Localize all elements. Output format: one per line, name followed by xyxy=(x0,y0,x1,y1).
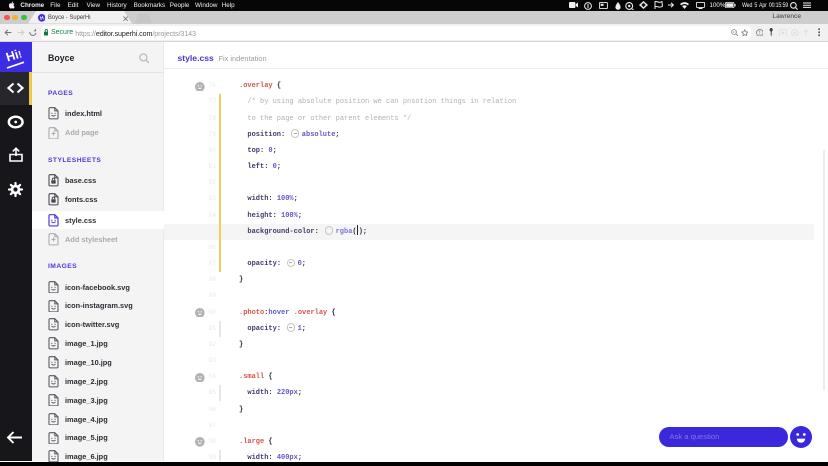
svg-text:1: 1 xyxy=(758,30,761,36)
